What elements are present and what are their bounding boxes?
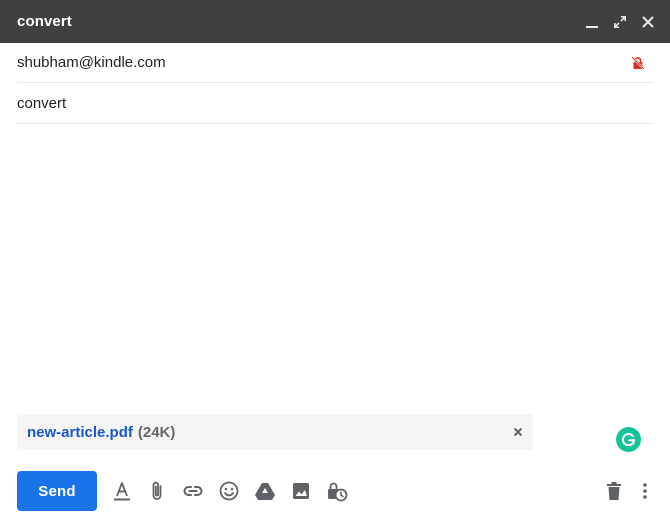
image-icon[interactable] (289, 479, 313, 503)
emoji-icon[interactable] (217, 479, 241, 503)
recipient-chip[interactable]: shubham@kindle.com (17, 54, 630, 71)
grammarly-icon[interactable] (616, 427, 641, 452)
attachment-size: (24K) (137, 423, 176, 441)
close-icon[interactable] (640, 14, 656, 30)
window-controls (584, 14, 656, 30)
restricted-lock-icon[interactable] (630, 55, 646, 71)
to-field[interactable]: shubham@kindle.com (17, 43, 654, 83)
send-button[interactable]: Send (17, 471, 97, 511)
remove-attachment-icon[interactable] (511, 425, 525, 439)
expand-icon[interactable] (612, 14, 628, 30)
attachment-chip[interactable]: new-article.pdf (24K) (17, 414, 533, 450)
attachment-name[interactable]: new-article.pdf (27, 424, 133, 441)
text-format-icon[interactable] (110, 479, 134, 503)
message-body[interactable] (17, 125, 654, 405)
delete-icon[interactable] (602, 479, 626, 503)
compose-toolbar: Send (17, 471, 657, 511)
subject-text[interactable]: convert (17, 95, 66, 112)
subject-field[interactable]: convert (17, 84, 654, 124)
compose-title: convert (17, 13, 72, 30)
link-icon[interactable] (181, 479, 205, 503)
minimize-icon[interactable] (584, 14, 600, 30)
attach-icon[interactable] (145, 479, 169, 503)
more-options-icon[interactable] (633, 479, 657, 503)
confidential-mode-icon[interactable] (325, 479, 349, 503)
drive-icon[interactable] (253, 479, 277, 503)
compose-titlebar[interactable]: convert (0, 0, 670, 43)
